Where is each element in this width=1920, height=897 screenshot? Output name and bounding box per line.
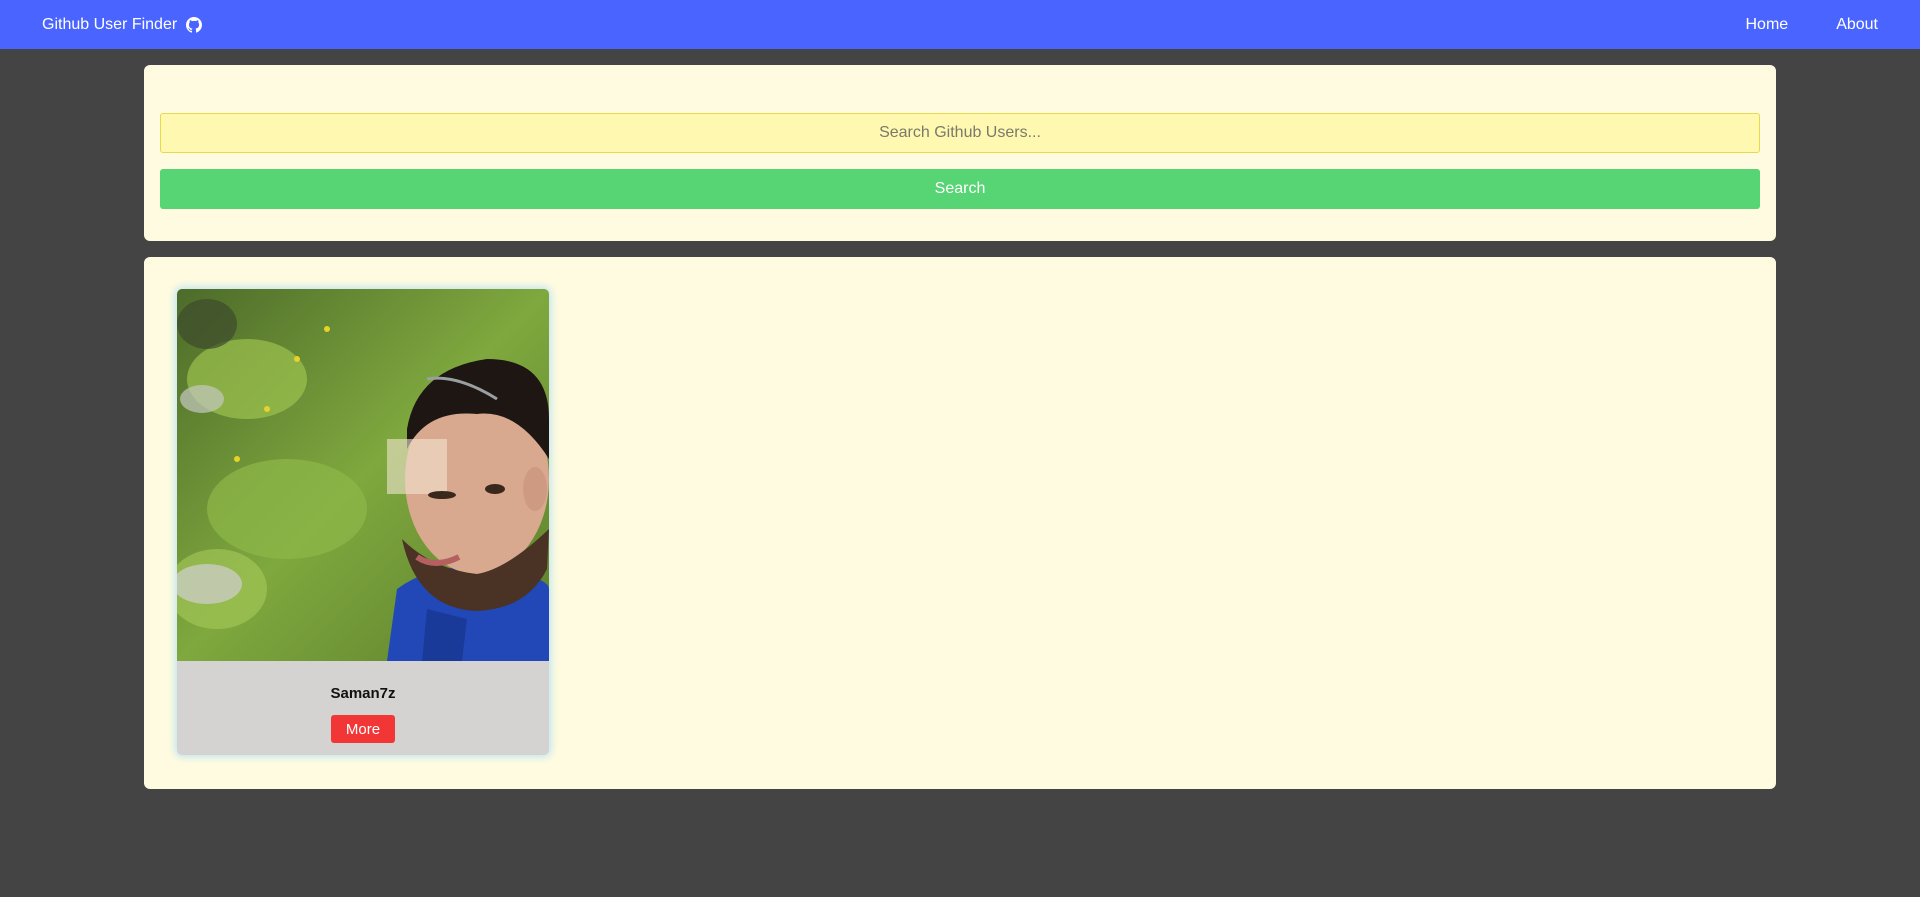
- username: Saman7z: [330, 685, 396, 702]
- search-button[interactable]: Search: [160, 169, 1760, 209]
- brand-title: Github User Finder: [42, 15, 178, 33]
- navbar: Github User Finder Home About: [0, 0, 1920, 49]
- search-input[interactable]: [160, 113, 1760, 153]
- nav-link-home[interactable]: Home: [1746, 16, 1789, 34]
- github-icon: [186, 16, 203, 33]
- search-panel: Search: [144, 65, 1776, 241]
- avatar: [177, 289, 549, 661]
- results-panel: Saman7z More: [144, 257, 1776, 789]
- brand[interactable]: Github User Finder: [42, 15, 203, 34]
- nav-links: Home About: [1698, 16, 1879, 34]
- user-card: Saman7z More: [177, 289, 549, 755]
- more-button[interactable]: More: [331, 715, 395, 743]
- nav-link-about[interactable]: About: [1836, 16, 1878, 34]
